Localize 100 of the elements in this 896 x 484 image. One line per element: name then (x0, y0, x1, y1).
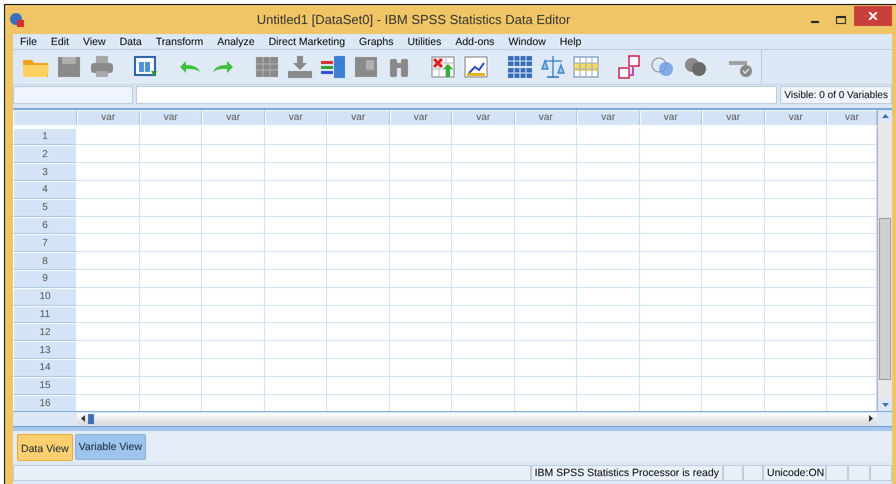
table-cell[interactable] (577, 234, 640, 252)
table-cell[interactable] (327, 163, 390, 181)
table-cell[interactable] (452, 234, 514, 252)
table-cell[interactable] (640, 376, 702, 395)
table-cell[interactable] (764, 252, 827, 270)
table-cell[interactable] (77, 341, 140, 359)
table-cell[interactable] (702, 234, 764, 252)
table-cell[interactable] (514, 323, 577, 342)
table-cell[interactable] (514, 234, 577, 252)
table-cell[interactable] (140, 128, 202, 146)
table-cell[interactable] (264, 270, 327, 288)
menu-item[interactable]: Direct Marketing (262, 36, 352, 48)
table-cell[interactable] (452, 376, 514, 395)
table-cell[interactable] (77, 252, 140, 270)
table-cell[interactable] (327, 376, 390, 395)
table-cell[interactable] (514, 145, 577, 164)
table-cell[interactable] (327, 288, 390, 306)
menu-item[interactable]: View (76, 36, 113, 48)
table-cell[interactable] (390, 128, 452, 146)
table-cell[interactable] (202, 180, 264, 199)
row-header[interactable]: 16 (13, 394, 77, 411)
table-cell[interactable] (264, 128, 327, 146)
table-cell[interactable] (390, 145, 452, 164)
table-cell[interactable] (140, 216, 202, 234)
table-cell[interactable] (702, 306, 764, 324)
table-cell[interactable] (577, 376, 640, 395)
column-header[interactable]: var (77, 110, 140, 126)
table-cell[interactable] (514, 376, 577, 395)
table-cell[interactable] (577, 145, 640, 164)
table-cell[interactable] (702, 252, 764, 270)
scroll-thumb[interactable] (879, 218, 891, 380)
table-cell[interactable] (390, 252, 452, 270)
table-cell[interactable] (327, 252, 390, 270)
row-header[interactable]: 12 (13, 323, 77, 342)
row-header[interactable]: 5 (13, 198, 77, 217)
table-cell[interactable] (514, 358, 577, 377)
table-cell[interactable] (390, 341, 452, 359)
menu-item[interactable]: Edit (44, 36, 76, 48)
table-cell[interactable] (640, 216, 702, 234)
vertical-scrollbar[interactable] (877, 110, 892, 411)
table-cell[interactable] (764, 288, 827, 306)
table-cell[interactable] (702, 341, 764, 359)
table-cell[interactable] (577, 358, 640, 377)
close-button[interactable] (854, 6, 892, 26)
table-cell[interactable] (264, 252, 327, 270)
table-cell[interactable] (764, 234, 827, 252)
table-cell[interactable] (702, 198, 764, 217)
table-cell[interactable] (764, 323, 827, 342)
table-cell[interactable] (140, 306, 202, 324)
table-cell[interactable] (764, 270, 827, 288)
column-header[interactable]: var (452, 110, 514, 126)
table-cell[interactable] (202, 288, 264, 306)
table-cell[interactable] (514, 270, 577, 288)
table-cell[interactable] (640, 145, 702, 164)
table-cell[interactable] (264, 163, 327, 181)
table-cell[interactable] (390, 288, 452, 306)
table-cell[interactable] (264, 216, 327, 234)
table-cell[interactable] (390, 306, 452, 324)
table-cell[interactable] (140, 252, 202, 270)
row-header[interactable]: 7 (13, 234, 77, 252)
table-cell[interactable] (140, 288, 202, 306)
table-cell[interactable] (640, 306, 702, 324)
table-cell[interactable] (77, 323, 140, 342)
table-cell[interactable] (640, 234, 702, 252)
menu-item[interactable]: Help (552, 36, 588, 48)
table-cell[interactable] (140, 376, 202, 395)
view-tab[interactable]: Variable View (74, 434, 146, 460)
table-cell[interactable] (577, 216, 640, 234)
column-header[interactable]: var (327, 110, 390, 126)
table-cell[interactable] (77, 180, 140, 199)
table-cell[interactable] (702, 128, 764, 146)
table-cell[interactable] (327, 180, 390, 199)
table-cell[interactable] (702, 376, 764, 395)
table-cell[interactable] (764, 198, 827, 217)
table-cell[interactable] (202, 252, 264, 270)
table-cell[interactable] (702, 216, 764, 234)
table-cell[interactable] (264, 288, 327, 306)
table-cell[interactable] (140, 163, 202, 181)
table-cell[interactable] (140, 270, 202, 288)
table-cell[interactable] (264, 306, 327, 324)
table-cell[interactable] (264, 341, 327, 359)
column-header[interactable]: var (640, 110, 702, 126)
table-cell[interactable] (264, 323, 327, 342)
table-cell[interactable] (452, 270, 514, 288)
table-cell[interactable] (577, 252, 640, 270)
table-cell[interactable] (202, 198, 264, 217)
table-cell[interactable] (202, 145, 264, 164)
column-header[interactable]: var (514, 110, 577, 126)
table-cell[interactable] (764, 376, 827, 395)
column-header[interactable]: var (264, 110, 327, 126)
table-cell[interactable] (702, 180, 764, 199)
table-cell[interactable] (640, 288, 702, 306)
table-cell[interactable] (327, 323, 390, 342)
table-cell[interactable] (577, 128, 640, 146)
table-cell[interactable] (702, 145, 764, 164)
table-cell[interactable] (264, 358, 327, 377)
table-cell[interactable] (77, 145, 140, 164)
table-cell[interactable] (264, 198, 327, 217)
table-cell[interactable] (390, 323, 452, 342)
table-cell[interactable] (202, 128, 264, 146)
